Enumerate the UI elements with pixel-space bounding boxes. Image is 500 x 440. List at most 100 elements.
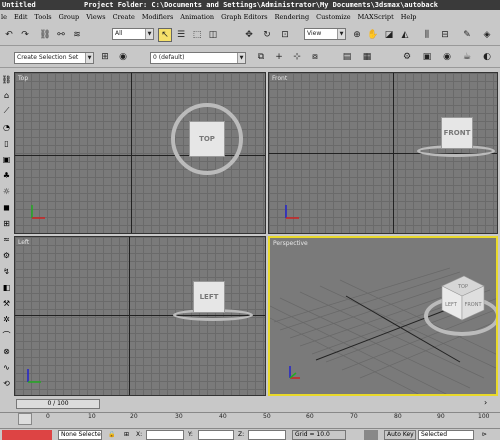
select-object-icon[interactable]: ↖ bbox=[158, 28, 172, 42]
particle-icon[interactable]: ✲ bbox=[1, 312, 12, 326]
viewport-perspective[interactable]: Perspective TOP LEFT FRONT bbox=[268, 236, 498, 396]
viewport-label[interactable]: Top bbox=[18, 75, 28, 82]
helper-icon[interactable]: ⊞ bbox=[1, 216, 12, 230]
viewcube[interactable]: TOP LEFT FRONT bbox=[438, 272, 488, 324]
maxscript-listener-icon[interactable] bbox=[2, 430, 52, 440]
lock-selection-icon[interactable]: 🔒 bbox=[108, 430, 115, 440]
menu-customize[interactable]: Customize bbox=[315, 13, 351, 21]
camera-icon[interactable]: ◼ bbox=[1, 200, 12, 214]
menu-edit[interactable]: Edit bbox=[13, 13, 28, 21]
set-current-layer-icon[interactable]: ⧇ bbox=[308, 50, 322, 64]
viewport-left[interactable]: Left LEFT bbox=[14, 236, 266, 396]
modify-icon[interactable]: ◔ bbox=[1, 120, 12, 134]
rotate-icon[interactable]: ↻ bbox=[260, 28, 274, 42]
y-coord-field[interactable] bbox=[198, 430, 234, 440]
viewport-top[interactable]: Top TOP bbox=[14, 72, 266, 234]
undo-icon[interactable]: ↶ bbox=[2, 28, 16, 42]
render-frame-icon[interactable]: ▣ bbox=[420, 50, 434, 64]
time-tag-icon[interactable] bbox=[364, 430, 378, 440]
unlink-icon[interactable]: ⚯ bbox=[54, 28, 68, 42]
curve-editor-icon[interactable]: ✎ bbox=[460, 28, 474, 42]
quick-render-icon[interactable]: ◉ bbox=[440, 50, 454, 64]
layer-visibility-icon[interactable]: ◉ bbox=[116, 50, 130, 64]
hierarchy-icon[interactable]: ⌂ bbox=[1, 88, 12, 102]
next-frame-icon[interactable]: › bbox=[484, 398, 487, 407]
nurbs-icon[interactable]: ∿ bbox=[1, 360, 12, 374]
angle-snap-icon[interactable]: ◭ bbox=[398, 28, 412, 42]
rectangular-selection-icon[interactable]: ⬚ bbox=[190, 28, 204, 42]
select-by-name-icon[interactable]: ☰ bbox=[174, 28, 188, 42]
scale-icon[interactable]: ⊡ bbox=[278, 28, 292, 42]
key-mode-icon[interactable]: ⊳ bbox=[482, 430, 487, 440]
move-icon[interactable]: ✥ bbox=[242, 28, 256, 42]
key-filter-dropdown[interactable]: Selected bbox=[418, 430, 474, 440]
systems-icon[interactable]: ⚙ bbox=[1, 248, 12, 262]
menu-help[interactable]: Help bbox=[400, 13, 417, 21]
mirror-icon[interactable]: ⫼ bbox=[420, 28, 434, 42]
time-slider[interactable]: 0 / 100 › bbox=[14, 398, 500, 410]
snap-toggle-icon[interactable]: ◪ bbox=[382, 28, 396, 42]
render-icon[interactable]: ☕ bbox=[460, 50, 474, 64]
menu-create[interactable]: Create bbox=[112, 13, 135, 21]
link-tool-icon[interactable]: ⛓ bbox=[1, 72, 12, 86]
material-editor-icon[interactable]: ◈ bbox=[480, 28, 494, 42]
viewport-label[interactable]: Left bbox=[18, 239, 29, 246]
bone-icon[interactable]: ⟋ bbox=[1, 104, 12, 118]
light-icon[interactable]: ☼ bbox=[1, 184, 12, 198]
cylinder-icon[interactable]: ▯ bbox=[1, 136, 12, 150]
time-slider-knob[interactable]: 0 / 100 bbox=[16, 399, 100, 409]
menu-tools[interactable]: Tools bbox=[34, 13, 52, 21]
compound-icon[interactable]: ⊗ bbox=[1, 344, 12, 358]
viewcube[interactable]: LEFT bbox=[193, 281, 225, 313]
viewcube-left-label: LEFT bbox=[445, 302, 458, 308]
mini-curve-editor-icon[interactable] bbox=[18, 413, 32, 425]
menu-graph-editors[interactable]: Graph Editors bbox=[220, 13, 268, 21]
spacewarp-icon[interactable]: ≈ bbox=[1, 232, 12, 246]
teapot-icon[interactable]: ♣ bbox=[1, 168, 12, 182]
create-layer-icon[interactable]: ⧉ bbox=[254, 50, 268, 64]
menu-views[interactable]: Views bbox=[85, 13, 105, 21]
x-coord-field[interactable] bbox=[146, 430, 184, 440]
menu-animation[interactable]: Animation bbox=[179, 13, 214, 21]
pivot-center-icon[interactable]: ⊕ bbox=[350, 28, 364, 42]
redo-icon[interactable]: ↷ bbox=[18, 28, 32, 42]
edit-named-selection-icon[interactable]: ⊞ bbox=[98, 50, 112, 64]
track-tick: 10 bbox=[88, 413, 96, 420]
select-and-link-icon[interactable]: ⛓ bbox=[38, 28, 52, 42]
viewport-label[interactable]: Perspective bbox=[273, 240, 308, 247]
window-crossing-icon[interactable]: ◫ bbox=[206, 28, 220, 42]
align-icon[interactable]: ⊟ bbox=[438, 28, 452, 42]
select-manipulate-icon[interactable]: ✋ bbox=[366, 28, 380, 42]
layer-dropdown[interactable]: 0 (default) ▼ bbox=[150, 52, 246, 64]
layer-properties-icon[interactable]: ▦ bbox=[360, 50, 374, 64]
menu-group[interactable]: Group bbox=[58, 13, 80, 21]
viewcube[interactable]: TOP bbox=[189, 121, 225, 157]
viewcube[interactable]: FRONT bbox=[441, 117, 473, 149]
bind-space-warp-icon[interactable]: ≋ bbox=[70, 28, 84, 42]
project-folder-path: Project Folder: C:\Documents and Setting… bbox=[84, 1, 439, 9]
menu-modifiers[interactable]: Modifiers bbox=[141, 13, 173, 21]
render-setup-icon[interactable]: ⚙ bbox=[400, 50, 414, 64]
viewport-label[interactable]: Front bbox=[272, 75, 287, 82]
add-to-layer-icon[interactable]: + bbox=[272, 50, 286, 64]
menu-rendering[interactable]: Rendering bbox=[274, 13, 309, 21]
layer-manager-icon[interactable]: ▤ bbox=[340, 50, 354, 64]
motion-icon[interactable]: ↯ bbox=[1, 264, 12, 278]
select-in-layer-icon[interactable]: ⊹ bbox=[290, 50, 304, 64]
material-icon[interactable]: ◐ bbox=[480, 50, 494, 64]
reference-coordinate-dropdown[interactable]: View ▼ bbox=[304, 28, 346, 40]
track-bar[interactable]: 0 10 20 30 40 50 60 70 80 90 100 bbox=[0, 412, 500, 426]
utilities-icon[interactable]: ⚒ bbox=[1, 296, 12, 310]
absolute-mode-icon[interactable]: ⊞ bbox=[124, 430, 129, 440]
viewport-front[interactable]: Front FRONT bbox=[268, 72, 498, 234]
z-coord-field[interactable] bbox=[248, 430, 286, 440]
selection-filter-dropdown[interactable]: All ▼ bbox=[112, 28, 154, 40]
dynamics-icon[interactable]: ⟲ bbox=[1, 376, 12, 390]
box-icon[interactable]: ▣ bbox=[1, 152, 12, 166]
auto-key-button[interactable]: Auto Key bbox=[384, 430, 416, 440]
display-icon[interactable]: ◧ bbox=[1, 280, 12, 294]
named-selection-set-dropdown[interactable]: Create Selection Set ▼ bbox=[14, 52, 94, 64]
shape-icon[interactable]: ⌒ bbox=[1, 328, 12, 342]
menu-file[interactable]: le bbox=[0, 13, 7, 21]
menu-maxscript[interactable]: MAXScript bbox=[357, 13, 394, 21]
